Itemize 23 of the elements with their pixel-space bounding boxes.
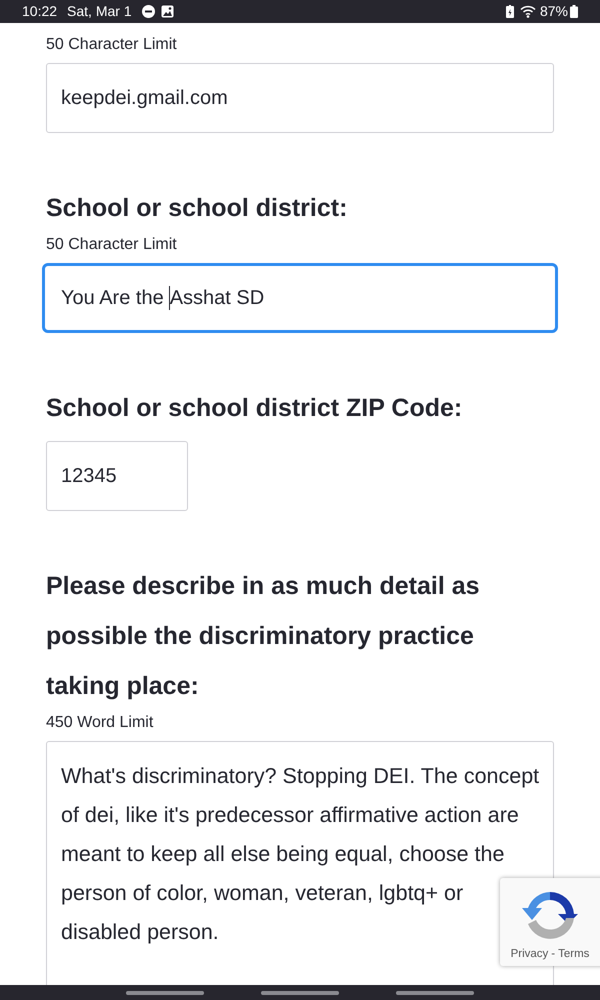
- image-icon: [160, 5, 174, 18]
- battery-percentage: 87%: [540, 2, 568, 21]
- text-field[interactable]: 12345: [46, 441, 188, 511]
- field-label: School or school district:: [46, 193, 348, 224]
- navigation-handle[interactable]: [261, 990, 339, 994]
- wifi-icon: [520, 5, 536, 18]
- field-label: Please describe in as much detail as possible the discriminatory practice taking place:: [46, 571, 481, 702]
- character-limit-note: 50 Character Limit: [46, 35, 178, 55]
- status-date: Sat, Mar 1: [67, 2, 132, 21]
- text-field[interactable]: You Are the Asshat SD: [42, 263, 558, 333]
- do-not-disturb-icon: [142, 5, 155, 18]
- link-separator: -: [551, 947, 556, 962]
- recaptcha-link[interactable]: Terms: [558, 946, 590, 964]
- battery-saver-icon: [506, 5, 514, 18]
- navigation-handle[interactable]: [126, 990, 204, 994]
- field-label: School or school district ZIP Code:: [46, 393, 464, 424]
- navigation-handle[interactable]: [396, 990, 474, 994]
- text-field[interactable]: keepdei.gmail.com: [46, 63, 554, 133]
- status-time: 10:22: [22, 2, 58, 21]
- character-limit-note: 450 Word Limit: [46, 713, 154, 733]
- recaptcha-link[interactable]: Privacy: [510, 946, 548, 964]
- battery-icon: [570, 5, 578, 18]
- character-limit-note: 50 Character Limit: [46, 235, 178, 255]
